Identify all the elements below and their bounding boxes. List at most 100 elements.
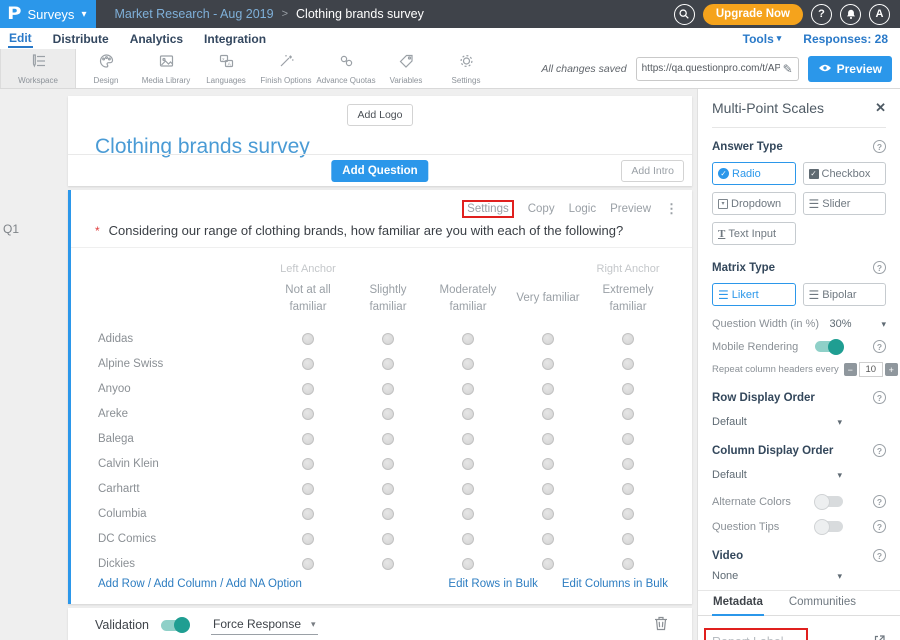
radio-button[interactable] <box>542 358 554 370</box>
radio-button[interactable] <box>462 408 474 420</box>
answer-type-radio[interactable]: Radio <box>712 162 796 185</box>
add-intro-button[interactable]: Add Intro <box>621 160 684 182</box>
answer-type-checkbox[interactable]: Checkbox <box>803 162 887 185</box>
radio-button[interactable] <box>462 333 474 345</box>
add-logo-button[interactable]: Add Logo <box>347 104 414 126</box>
radio-button[interactable] <box>302 508 314 520</box>
avatar[interactable]: A <box>869 4 890 25</box>
radio-button[interactable] <box>382 458 394 470</box>
radio-button[interactable] <box>462 508 474 520</box>
help-icon[interactable] <box>873 444 886 457</box>
plus-button[interactable]: + <box>885 363 898 376</box>
answer-type-dropdown[interactable]: Dropdown <box>712 192 796 215</box>
upgrade-now-button[interactable]: Upgrade Now <box>703 4 803 25</box>
search-icon[interactable] <box>674 4 695 25</box>
tab-communities[interactable]: Communities <box>788 591 857 615</box>
tab-edit[interactable]: Edit <box>8 29 33 48</box>
radio-button[interactable] <box>622 508 634 520</box>
help-icon[interactable] <box>873 495 886 508</box>
question-text[interactable]: Considering our range of clothing brands… <box>109 223 624 238</box>
preview-button[interactable]: Preview <box>808 56 892 82</box>
tab-analytics[interactable]: Analytics <box>129 30 184 47</box>
matrix-type-likert[interactable]: Likert <box>712 283 796 306</box>
question-copy-action[interactable]: Copy <box>528 203 555 215</box>
kebab-menu-icon[interactable] <box>665 201 678 217</box>
radio-button[interactable] <box>382 358 394 370</box>
help-button[interactable]: ? <box>811 4 832 25</box>
radio-button[interactable] <box>302 433 314 445</box>
radio-button[interactable] <box>302 408 314 420</box>
radio-button[interactable] <box>462 533 474 545</box>
edit-url-pencil-icon[interactable] <box>783 62 793 76</box>
radio-button[interactable] <box>542 458 554 470</box>
radio-button[interactable] <box>622 333 634 345</box>
radio-button[interactable] <box>462 433 474 445</box>
alternate-colors-toggle[interactable] <box>815 496 843 507</box>
open-editor-icon[interactable] <box>873 634 886 640</box>
radio-button[interactable] <box>622 383 634 395</box>
repeat-headers-input[interactable] <box>859 362 883 377</box>
radio-button[interactable] <box>382 533 394 545</box>
toolbar-item-design[interactable]: Design <box>76 49 136 88</box>
report-label-input[interactable] <box>712 632 864 640</box>
question-tips-toggle[interactable] <box>815 521 843 532</box>
delete-question-trash-icon[interactable] <box>654 615 668 636</box>
radio-button[interactable] <box>302 533 314 545</box>
help-icon[interactable] <box>873 140 886 153</box>
radio-button[interactable] <box>462 358 474 370</box>
radio-button[interactable] <box>622 458 634 470</box>
toolbar-item-settings[interactable]: Settings <box>436 49 496 88</box>
close-icon[interactable] <box>875 100 886 116</box>
edit-columns-in-bulk-link[interactable]: Edit Columns in Bulk <box>562 578 668 590</box>
tab-integration[interactable]: Integration <box>203 30 267 47</box>
row-display-order-select[interactable]: Default <box>712 416 842 428</box>
radio-button[interactable] <box>542 408 554 420</box>
add-row-column-na-links[interactable]: Add Row / Add Column / Add NA Option <box>98 578 302 590</box>
radio-button[interactable] <box>462 383 474 395</box>
radio-button[interactable] <box>462 558 474 570</box>
answer-type-slider[interactable]: Slider <box>803 192 887 215</box>
edit-rows-in-bulk-link[interactable]: Edit Rows in Bulk <box>448 578 537 590</box>
radio-button[interactable] <box>302 383 314 395</box>
breadcrumb-parent-link[interactable]: Market Research - Aug 2019 <box>114 7 273 21</box>
radio-button[interactable] <box>622 433 634 445</box>
matrix-type-bipolar[interactable]: Bipolar <box>803 283 887 306</box>
toolbar-item-finish-options[interactable]: Finish Options <box>256 49 316 88</box>
radio-button[interactable] <box>382 558 394 570</box>
radio-button[interactable] <box>542 433 554 445</box>
column-display-order-select[interactable]: Default <box>712 469 842 481</box>
toolbar-item-workspace[interactable]: Workspace <box>0 49 76 88</box>
radio-button[interactable] <box>462 483 474 495</box>
radio-button[interactable] <box>542 333 554 345</box>
tab-distribute[interactable]: Distribute <box>52 30 110 47</box>
radio-button[interactable] <box>622 358 634 370</box>
radio-button[interactable] <box>622 483 634 495</box>
radio-button[interactable] <box>302 358 314 370</box>
video-select[interactable]: None <box>712 570 842 582</box>
radio-button[interactable] <box>302 483 314 495</box>
radio-button[interactable] <box>462 458 474 470</box>
answer-type-text-input[interactable]: Text Input <box>712 222 796 245</box>
chevron-down-icon[interactable] <box>881 319 886 330</box>
help-icon[interactable] <box>873 391 886 404</box>
toolbar-item-advance-quotas[interactable]: Advance Quotas <box>316 49 376 88</box>
radio-button[interactable] <box>542 508 554 520</box>
validation-toggle[interactable] <box>161 620 189 631</box>
radio-button[interactable] <box>382 483 394 495</box>
radio-button[interactable] <box>382 333 394 345</box>
question-settings-action[interactable]: Settings <box>467 203 509 215</box>
validation-type-select[interactable]: Force Response <box>211 615 318 635</box>
radio-button[interactable] <box>382 383 394 395</box>
help-icon[interactable] <box>873 549 886 562</box>
radio-button[interactable] <box>382 408 394 420</box>
mobile-rendering-toggle[interactable] <box>815 341 843 352</box>
notifications-bell-icon[interactable] <box>840 4 861 25</box>
radio-button[interactable] <box>302 333 314 345</box>
radio-button[interactable] <box>622 533 634 545</box>
radio-button[interactable] <box>542 383 554 395</box>
question-logic-action[interactable]: Logic <box>569 203 597 215</box>
radio-button[interactable] <box>302 458 314 470</box>
help-icon[interactable] <box>873 340 886 353</box>
radio-button[interactable] <box>382 508 394 520</box>
help-icon[interactable] <box>873 520 886 533</box>
